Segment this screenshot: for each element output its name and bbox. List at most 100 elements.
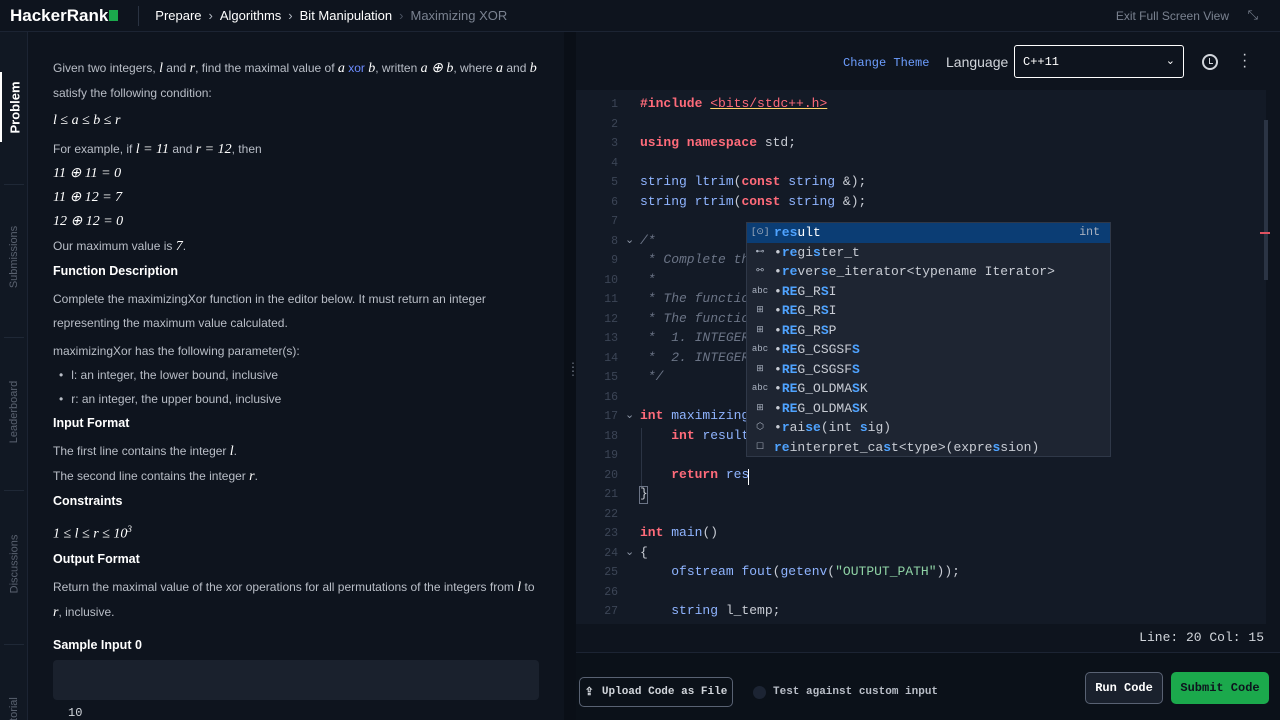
- autocomplete-item[interactable]: ⊞ •REG_RSP: [747, 321, 1110, 341]
- history-icon[interactable]: [1202, 54, 1218, 70]
- code-line[interactable]: 23 int main(): [576, 525, 1266, 545]
- upload-code-button[interactable]: ⇪ Upload Code as File: [579, 677, 733, 707]
- autocomplete-item[interactable]: ⚯ •reverse_iterator<typename Iterator>: [747, 262, 1110, 282]
- autocomplete-item[interactable]: ⊞ •REG_RSI: [747, 301, 1110, 321]
- autocomplete-item[interactable]: ⬡ •raise(int sig): [747, 418, 1110, 438]
- code-text: ofstream fout(getenv("OUTPUT_PATH"));: [671, 564, 960, 579]
- autocomplete-item[interactable]: abc •REG_RSI: [747, 282, 1110, 302]
- autocomplete-item[interactable]: abc •REG_OLDMASK: [747, 379, 1110, 399]
- custom-input-checkbox[interactable]: [753, 686, 766, 699]
- language-select[interactable]: C++11 ⌄: [1014, 45, 1184, 78]
- autocomplete-item[interactable]: abc •REG_CSGSFS: [747, 340, 1110, 360]
- code-line[interactable]: 6 string rtrim(const string &);: [576, 194, 1266, 214]
- fold-chevron-icon[interactable]: ⌄: [625, 408, 634, 422]
- line-number: 24: [604, 546, 618, 560]
- suggestion-label: •REG_RSI: [774, 303, 837, 318]
- divider: [138, 5, 140, 26]
- hackerrank-logo[interactable]: HackerRank: [10, 6, 119, 26]
- code-line[interactable]: 3 using namespace std;: [576, 135, 1266, 155]
- code-line[interactable]: 20 return res: [576, 467, 1266, 487]
- language-label: Language: [946, 54, 1009, 70]
- tab-leaderboard[interactable]: Leaderboard: [0, 377, 28, 447]
- tab-label: Leaderboard: [8, 380, 21, 444]
- submit-code-button[interactable]: Submit Code: [1171, 672, 1269, 704]
- autocomplete-item[interactable]: ⊷ •register_t: [747, 243, 1110, 263]
- math-expr: r = 12: [195, 142, 232, 157]
- code-text: *: [640, 271, 656, 287]
- minimize-icon[interactable]: ⤡: [1248, 7, 1258, 23]
- divider: [4, 644, 24, 645]
- code-line[interactable]: 1 #include <bits/stdc++.h>: [576, 96, 1266, 116]
- suggestion-kind-icon: abc: [751, 285, 769, 296]
- line-number: 21: [604, 488, 618, 501]
- text: , find the maximal value of: [195, 61, 335, 75]
- section-heading: Constraints: [53, 494, 123, 508]
- breadcrumb-bit-manipulation[interactable]: Bit Manipulation: [300, 8, 393, 23]
- breadcrumb-algorithms[interactable]: Algorithms: [220, 8, 281, 23]
- code-text: * The functio: [640, 310, 750, 326]
- chevron-right-icon: ›: [399, 8, 404, 23]
- example-line: 11 ⊕ 11 = 0: [53, 166, 122, 181]
- line-number: 8: [611, 234, 618, 248]
- fold-chevron-icon[interactable]: ⌄: [625, 233, 634, 247]
- suggestion-kind-icon: ⊞: [756, 305, 764, 315]
- change-theme-button[interactable]: Change Theme: [843, 56, 929, 70]
- exponent: 3: [127, 524, 132, 534]
- params-intro: maximizingXor has the following paramete…: [53, 344, 300, 358]
- code-line[interactable]: 27 string l_temp;: [576, 603, 1266, 623]
- text: For example, if: [53, 142, 133, 156]
- autocomplete-item[interactable]: ⊞ •REG_OLDMASK: [747, 399, 1110, 419]
- sample-input-value: 10: [68, 706, 83, 720]
- autocomplete-item[interactable]: [⊙] result int: [747, 223, 1110, 243]
- run-code-button[interactable]: Run Code: [1085, 672, 1163, 704]
- code-line[interactable]: 21}: [576, 486, 1266, 506]
- editor-scrollbar[interactable]: [1264, 120, 1268, 280]
- line-number: 19: [604, 449, 618, 462]
- code-line[interactable]: 24 ⌄ {: [576, 545, 1266, 565]
- chevron-right-icon: ›: [288, 8, 293, 23]
- suggestion-kind-icon: ⊞: [756, 324, 764, 335]
- code-line[interactable]: 4: [576, 155, 1266, 175]
- code-line[interactable]: 25 ofstream fout(getenv("OUTPUT_PATH"));: [576, 564, 1266, 584]
- text: Given two integers,: [53, 61, 156, 75]
- autocomplete-item[interactable]: ⊞ •REG_CSGSFS: [747, 360, 1110, 380]
- suggestion-kind-icon: abc: [751, 383, 769, 393]
- code-line[interactable]: 2: [576, 116, 1266, 136]
- suggestion-label: •REG_OLDMASK: [774, 400, 868, 416]
- code-line[interactable]: 5 string ltrim(const string &);: [576, 174, 1266, 194]
- line-number: 18: [604, 429, 618, 443]
- suggestion-label: •REG_CSGSFS: [774, 361, 860, 377]
- fold-chevron-icon[interactable]: ⌄: [625, 545, 634, 559]
- custom-input-label[interactable]: Test against custom input: [773, 686, 938, 698]
- autocomplete-item[interactable]: ☐ reinterpret_cast<type>(expression): [747, 438, 1110, 458]
- line-number: 23: [604, 527, 618, 540]
- tab-discussions[interactable]: Discussions: [0, 529, 28, 599]
- chevron-down-icon: ⌄: [1165, 56, 1175, 68]
- tab-editorial[interactable]: Editorial: [0, 682, 28, 720]
- breadcrumb-prepare[interactable]: Prepare: [155, 8, 201, 23]
- text: The first line contains the integer: [53, 444, 227, 458]
- exit-fullscreen-link[interactable]: Exit Full Screen View: [1116, 9, 1229, 23]
- math-var: l: [229, 444, 234, 459]
- button-label: Submit Code: [1180, 681, 1260, 695]
- section-heading: Function Description: [53, 264, 178, 278]
- text: , where: [453, 61, 493, 75]
- code-line[interactable]: 26: [576, 584, 1266, 604]
- suggestion-label: •REG_CSGSFS: [774, 342, 860, 357]
- line-number: 15: [604, 371, 618, 384]
- bracket-match-highlight: [639, 486, 648, 504]
- cursor-position: Line: 20 Col: 15: [1139, 630, 1264, 645]
- divider: [4, 184, 24, 185]
- more-options-icon[interactable]: · · ·: [1242, 47, 1247, 75]
- tab-problem[interactable]: Problem: [0, 72, 28, 142]
- upload-icon: ⇪: [584, 687, 594, 699]
- code-text: * The functio: [640, 291, 750, 306]
- action-bar: ⇪ Upload Code as File Test against custom…: [576, 652, 1280, 720]
- line-number: 27: [604, 605, 618, 618]
- suggestion-kind-icon: ⊞: [756, 402, 764, 413]
- line-number: 17: [604, 410, 618, 423]
- tab-label: Editorial: [8, 697, 20, 720]
- line-number: 10: [604, 273, 618, 287]
- tab-submissions[interactable]: Submissions: [0, 222, 28, 292]
- code-line[interactable]: 22: [576, 506, 1266, 526]
